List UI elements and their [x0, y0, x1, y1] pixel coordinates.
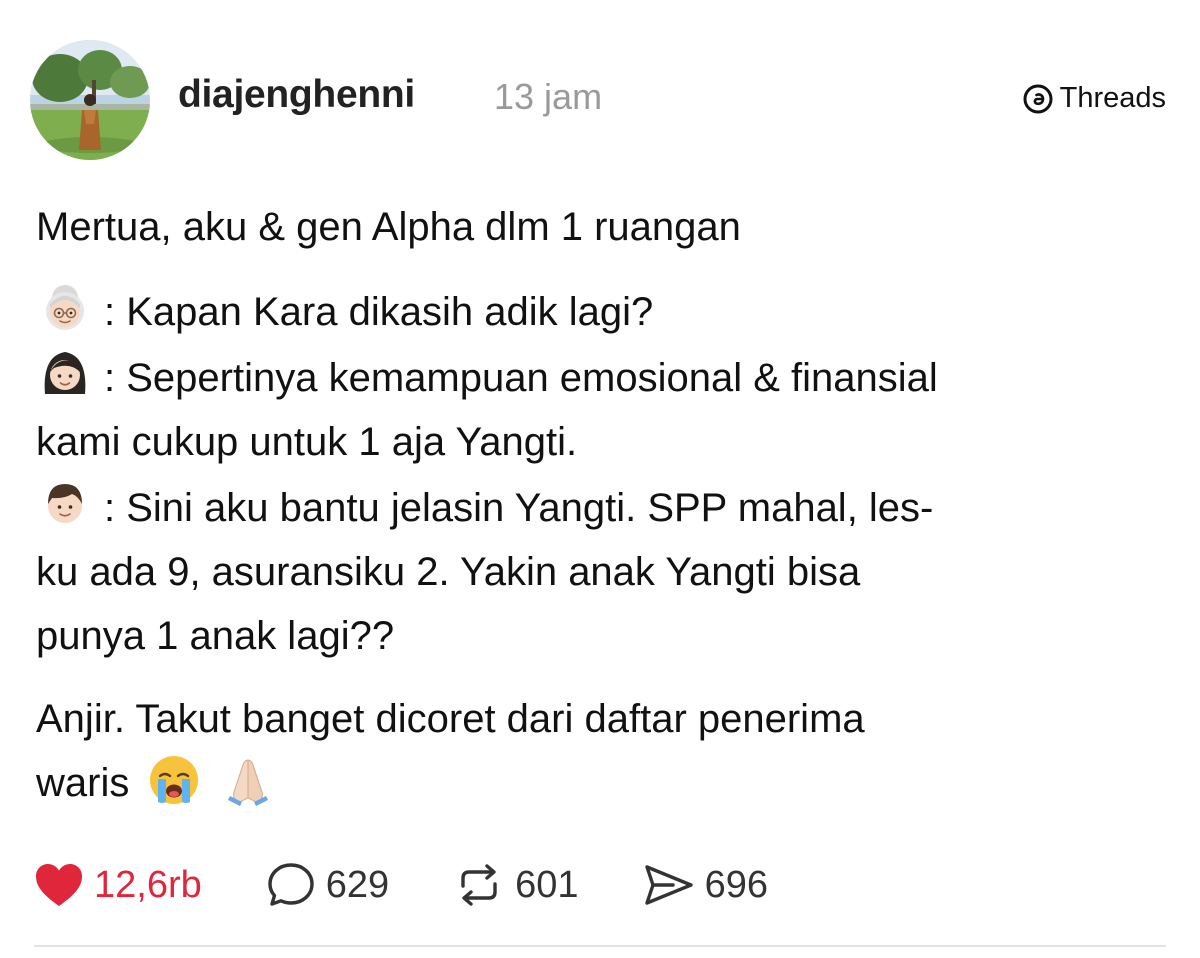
dialogue-line-child: : Sini aku bantu jelasin Yangti. SPP mah…: [36, 474, 1176, 540]
heart-icon: [36, 864, 82, 906]
threads-badge[interactable]: Threads: [1022, 82, 1166, 115]
username[interactable]: diajenghenni: [178, 73, 415, 117]
dialogue-line-mother: : Sepertinya kemampuan emosional & finan…: [36, 344, 1176, 410]
old-woman-emoji-icon: [46, 285, 84, 330]
comment-icon: [268, 863, 314, 906]
boy-emoji-icon: [48, 484, 82, 523]
child-line-text-2: ku ada 9, asuransiku 2. Yakin anak Yangt…: [36, 550, 861, 594]
repost-icon: [461, 864, 497, 906]
closing-paragraph: Anjir. Takut banget dicoret dari daftar …: [36, 687, 1176, 815]
closing-line-1: Anjir. Takut banget dicoret dari daftar …: [36, 697, 865, 741]
child-line-text-1: : Sini aku bantu jelasin Yangti. SPP mah…: [104, 486, 934, 530]
folded-hands-emoji-icon: [227, 759, 268, 806]
like-button[interactable]: 12,6rb: [34, 862, 202, 908]
post-timestamp: 13 jam: [494, 76, 603, 117]
thread-post: diajenghenni 13 jam Threads Mertua, aku …: [0, 0, 1200, 958]
reply-button[interactable]: 629: [266, 861, 389, 909]
child-line-text-3: punya 1 anak lagi??: [36, 614, 395, 658]
post-divider: [34, 945, 1166, 947]
post-body: Mertua, aku & gen Alpha dlm 1 ruangan : …: [36, 195, 1176, 834]
repost-button[interactable]: 601: [453, 862, 579, 908]
mother-line-text-1: : Sepertinya kemampuan emosional & finan…: [104, 356, 938, 400]
dialogue-paragraph: : Kapan Kara dikasih adik lagi? : Sepert…: [36, 278, 1176, 668]
repost-count: 601: [515, 863, 579, 906]
woman-emoji-icon: [44, 352, 86, 394]
loudly-crying-face-emoji-icon: [150, 756, 199, 804]
action-bar: 12,6rb 629 601 696: [34, 858, 832, 912]
intro-paragraph: Mertua, aku & gen Alpha dlm 1 ruangan: [36, 195, 1176, 259]
mother-line-text-2: kami cukup untuk 1 aja Yangti.: [36, 420, 578, 464]
avatar[interactable]: [30, 40, 150, 160]
grandmother-line-text: : Kapan Kara dikasih adik lagi?: [104, 290, 654, 334]
like-count: 12,6rb: [94, 863, 202, 906]
threads-logo-icon: [1023, 84, 1053, 113]
closing-line-2-wrap: waris: [36, 751, 1176, 815]
reply-count: 629: [325, 863, 390, 906]
dialogue-line-grandmother: : Kapan Kara dikasih adik lagi?: [36, 278, 1176, 344]
share-button[interactable]: 696: [643, 862, 768, 908]
share-count: 696: [704, 863, 768, 906]
intro-line: Mertua, aku & gen Alpha dlm 1 ruangan: [36, 205, 741, 249]
send-icon: [644, 865, 693, 905]
avatar-photo: [30, 40, 150, 160]
closing-line-2: waris: [36, 761, 130, 805]
threads-label: Threads: [1059, 82, 1166, 114]
